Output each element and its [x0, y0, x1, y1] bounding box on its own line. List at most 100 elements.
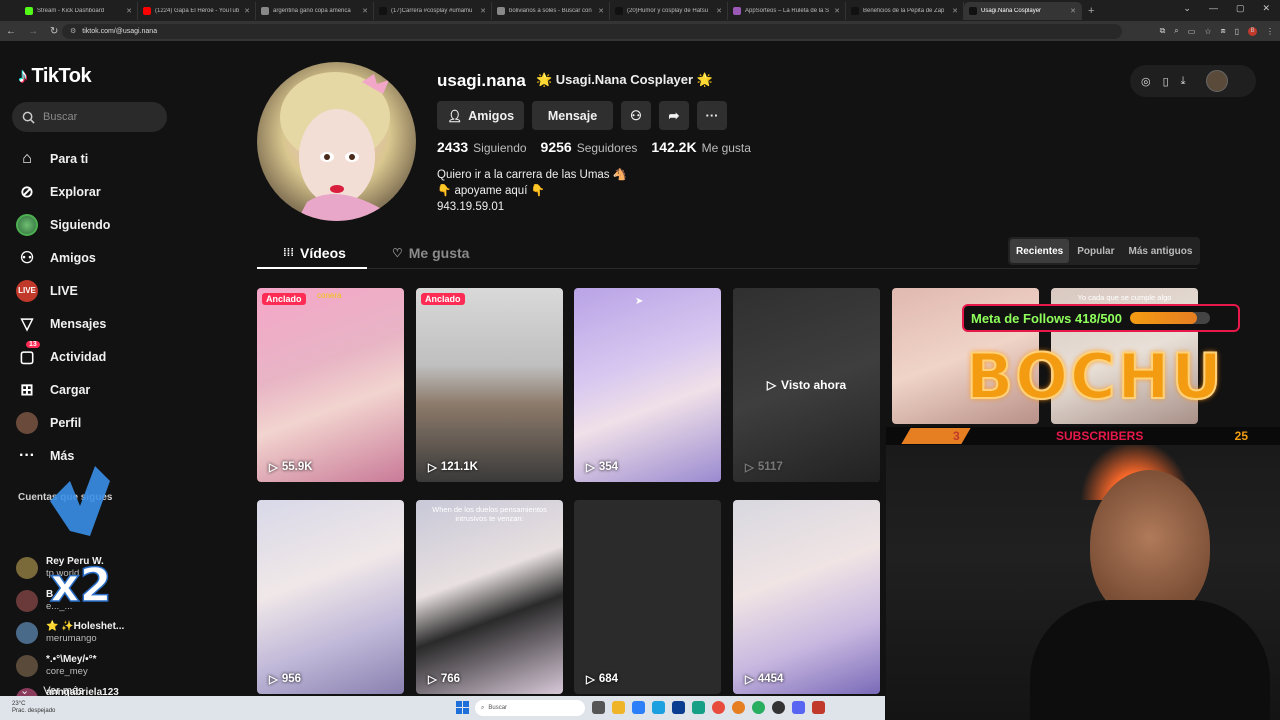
photos-icon[interactable]: [652, 701, 665, 714]
activity-badge: 13: [26, 341, 40, 348]
view-count: 354: [598, 461, 619, 473]
my-avatar[interactable]: [1205, 70, 1228, 92]
sidebar-item-cargar[interactable]: ⊞ Cargar: [16, 373, 176, 406]
browser-tab[interactable]: (1224) Gapa El Héroe - YouTub ✕: [138, 1, 256, 20]
chrome-icon-2[interactable]: [752, 701, 765, 714]
new-tab-button[interactable]: +: [1088, 5, 1094, 17]
browser-tab[interactable]: AppSorteos – La Ruleta de la S ✕: [728, 1, 846, 20]
video-card[interactable]: Anclado conera ▷ 55.9K: [257, 288, 404, 482]
firefox-icon[interactable]: [732, 701, 745, 714]
video-card[interactable]: ▷ 354: [574, 288, 721, 482]
windows-start-icon[interactable]: [456, 701, 469, 714]
suggested-accounts-button[interactable]: ⚇: [621, 101, 651, 130]
menu-kebab-icon[interactable]: ⋮: [1266, 27, 1274, 36]
video-card[interactable]: Anclado ▷ 121.1K: [416, 288, 563, 482]
reload-icon[interactable]: ↻: [50, 26, 58, 37]
sort-oldest[interactable]: Más antiguos: [1122, 239, 1198, 263]
forward-icon[interactable]: →: [28, 26, 38, 37]
profile-extension-icon[interactable]: B: [1248, 26, 1257, 36]
close-tab-icon[interactable]: ✕: [126, 7, 132, 15]
chrome-icon[interactable]: [712, 701, 725, 714]
maximize-button[interactable]: ▢: [1236, 3, 1245, 14]
close-tab-icon[interactable]: ✕: [1070, 7, 1076, 15]
avatar: [16, 557, 38, 579]
edge-icon[interactable]: [692, 701, 705, 714]
stat-siguiendo[interactable]: 2433 Siguiendo: [437, 139, 527, 157]
browser-tab[interactable]: bolivianos a soles - Buscar con ✕: [492, 1, 610, 20]
close-tab-icon[interactable]: ✕: [834, 7, 840, 15]
weather-widget[interactable]: 23°C Prac. despejado: [0, 701, 120, 715]
sidebar-item-amigos[interactable]: ⚇ Amigos: [16, 241, 176, 274]
app-icon-2[interactable]: [812, 701, 825, 714]
browser-tab[interactable]: argentina ganó copa america ✕: [256, 1, 374, 20]
close-tab-icon[interactable]: ✕: [598, 7, 604, 15]
search-input[interactable]: Buscar: [12, 102, 167, 132]
close-tab-icon[interactable]: ✕: [244, 7, 250, 15]
sidebar-item-mensajes[interactable]: ▽ Mensajes: [16, 307, 176, 340]
share-button[interactable]: ➦: [659, 101, 689, 130]
following-account[interactable]: ⭐ ✨Holeshet... merumango: [16, 621, 124, 645]
video-card[interactable]: ▷ Visto ahora ▷ 5117: [733, 288, 880, 482]
file-explorer-icon[interactable]: [612, 701, 625, 714]
phone-icon[interactable]: ▯: [1163, 75, 1169, 88]
obs-icon[interactable]: [772, 701, 785, 714]
video-card[interactable]: When de los duelos pensamientos intrusiv…: [416, 500, 563, 694]
download-icon[interactable]: ⤓: [1181, 75, 1186, 88]
following-account[interactable]: *.•°\Mey/•°* core_mey: [16, 654, 97, 678]
browser-tab[interactable]: (20)Humor y cosplay de Hatsu ✕: [610, 1, 728, 20]
close-window-button[interactable]: ✕: [1262, 3, 1270, 14]
address-bar-row: ← → ↻ ⚙ tiktok.com/@usagi.nana ⧉ ⌕ ▭ ☆ ⧈…: [0, 21, 1280, 41]
video-card[interactable]: ▷ 956: [257, 500, 404, 694]
tiktok-logo[interactable]: ♪ TikTok: [18, 65, 92, 88]
cast-icon[interactable]: ▭: [1188, 27, 1196, 36]
taskview-icon[interactable]: [592, 701, 605, 714]
zoom-icon[interactable]: ⌕: [1174, 26, 1178, 36]
bookmark-star-icon[interactable]: ☆: [1204, 27, 1211, 36]
message-button[interactable]: Mensaje: [532, 101, 613, 130]
sidebar-item-para-ti[interactable]: ⌂ Para ti: [16, 142, 176, 175]
sort-popular[interactable]: Popular: [1071, 239, 1120, 263]
tab-videos[interactable]: ⁞⁞⁞ Vídeos: [283, 245, 346, 261]
tab-title: bolivianos a soles - Buscar con: [509, 7, 592, 14]
taskbar-search[interactable]: ⌕ Buscar: [475, 700, 585, 716]
friends-button[interactable]: 👤︎ Amigos: [437, 101, 524, 130]
tab-search-icon[interactable]: ⌄: [1183, 3, 1191, 14]
url-field[interactable]: ⚙ tiktok.com/@usagi.nana: [62, 23, 1122, 39]
sidebar-item-perfil[interactable]: Perfil: [16, 406, 176, 439]
translate-icon[interactable]: ⧉: [1160, 26, 1166, 36]
app-icon[interactable]: [672, 701, 685, 714]
site-info-icon[interactable]: ⚙: [70, 27, 76, 35]
close-tab-icon[interactable]: ✕: [952, 7, 958, 15]
discord-icon[interactable]: [792, 701, 805, 714]
browser-tab[interactable]: Beneficios de la Pepita de Zap ✕: [846, 1, 964, 20]
profile-stats: 2433 Siguiendo 9256 Seguidores 142.2K Me gust…: [437, 139, 751, 157]
sidebar-item-explorar[interactable]: ⊘ Explorar: [16, 175, 176, 208]
tab-videos-label: Vídeos: [300, 245, 346, 261]
close-tab-icon[interactable]: ✕: [716, 7, 722, 15]
close-tab-icon[interactable]: ✕: [362, 7, 368, 15]
tab-likes[interactable]: ♡ Me gusta: [392, 245, 469, 261]
sidebar-item-actividad[interactable]: ▢ 13 Actividad: [16, 340, 176, 373]
video-card[interactable]: ▷ 4454: [733, 500, 880, 694]
more-options-button[interactable]: ···: [697, 101, 727, 130]
tab-title: argentina ganó copa america: [273, 7, 351, 14]
minimize-button[interactable]: —: [1209, 3, 1218, 14]
stat-me-gusta[interactable]: 142.2K Me gusta: [651, 139, 751, 157]
stat-seguidores[interactable]: 9256 Seguidores: [541, 139, 638, 157]
store-icon[interactable]: [632, 701, 645, 714]
close-tab-icon[interactable]: ✕: [480, 7, 486, 15]
follow-goal-text: Meta de Follows 418/500: [971, 310, 1123, 326]
video-card[interactable]: ▷ 684: [574, 500, 721, 694]
sidepanel-icon[interactable]: ▯: [1235, 27, 1239, 36]
browser-tab[interactable]: Usagi.Nana Cosplayer ✕: [964, 1, 1082, 20]
browser-tab[interactable]: (17)Carrera #cosplay #umamu ✕: [374, 1, 492, 20]
subs-count-text: 3: [953, 429, 960, 443]
browser-tab[interactable]: Stream - Kick Dashboard ✕: [20, 1, 138, 20]
extensions-icon[interactable]: ⧈: [1221, 26, 1226, 36]
coins-icon[interactable]: ◎: [1141, 75, 1151, 88]
sort-recent[interactable]: Recientes: [1010, 239, 1070, 263]
back-icon[interactable]: ←: [6, 26, 16, 37]
sidebar-item-live[interactable]: LIVE LIVE: [16, 274, 176, 307]
play-icon: ▷: [745, 674, 754, 686]
sidebar-item-siguiendo[interactable]: Siguiendo: [16, 208, 176, 241]
